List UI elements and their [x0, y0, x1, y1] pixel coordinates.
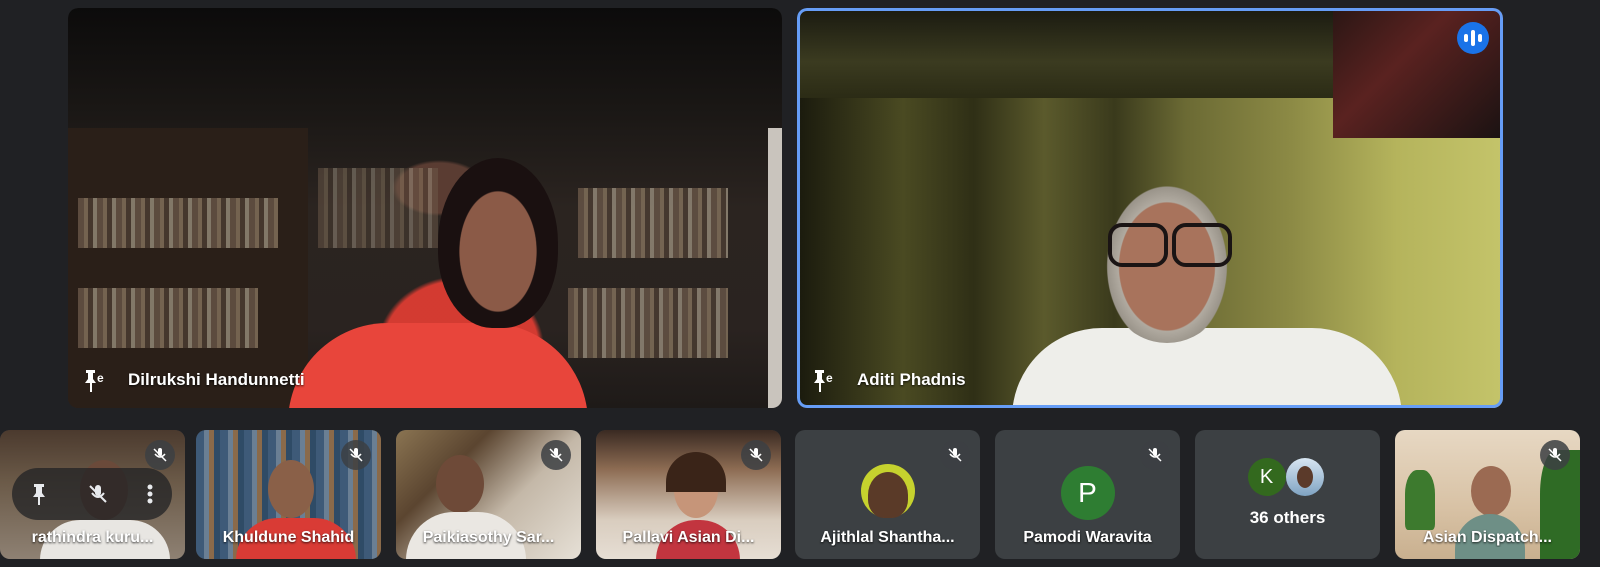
mic-muted-icon — [1540, 440, 1570, 470]
participant-tile-dilrukshi[interactable]: e Dilrukshi Handunnetti — [68, 8, 782, 408]
svg-text:e: e — [826, 371, 833, 385]
participant-tile-aditi[interactable]: e Aditi Phadnis — [797, 8, 1503, 408]
participant-tile-rathindra[interactable]: rathindra kuru... — [0, 430, 185, 559]
mic-muted-icon — [940, 440, 970, 470]
mic-muted-icon — [341, 440, 371, 470]
participant-name: Pallavi Asian Di... — [622, 529, 755, 546]
participant-name: Ajithlal Shantha... — [820, 529, 955, 546]
participant-name: Dilrukshi Handunnetti — [128, 370, 305, 389]
participant-tile-others[interactable]: K 36 others — [1195, 430, 1380, 559]
audio-level-icon — [1457, 22, 1489, 54]
participant-name: Khuldune Shahid — [222, 529, 355, 546]
mic-muted-icon — [541, 440, 571, 470]
more-options-icon[interactable] — [146, 483, 154, 505]
avatar — [860, 464, 915, 518]
pin-icon[interactable] — [30, 483, 50, 505]
video-feed — [68, 8, 782, 408]
participant-tile-pallavi[interactable]: Pallavi Asian Di... — [596, 430, 781, 559]
video-feed — [797, 8, 1503, 408]
pin-icon[interactable]: e — [82, 368, 106, 394]
mic-muted-icon — [145, 440, 175, 470]
meeting-grid: e Dilrukshi Handunnetti e Aditi Phadnis — [0, 0, 1600, 567]
mic-muted-icon — [741, 440, 771, 470]
tile-hover-controls — [12, 468, 172, 520]
others-count: 36 others — [1249, 508, 1326, 527]
participant-name: rathindra kuru... — [31, 529, 154, 546]
participant-name: Asian Dispatch... — [1423, 529, 1552, 546]
mic-muted-icon — [1140, 440, 1170, 470]
mute-mic-icon[interactable] — [87, 483, 109, 505]
svg-text:e: e — [97, 371, 104, 385]
participant-tile-asian-dispatch[interactable]: Asian Dispatch... — [1395, 430, 1580, 559]
avatar: P — [1060, 466, 1115, 520]
participant-name: Pamodi Waravita — [1023, 529, 1152, 546]
avatar — [1285, 458, 1324, 496]
participant-tile-ajithlal[interactable]: Ajithlal Shantha... — [795, 430, 980, 559]
others-avatar-stack: K — [1247, 458, 1328, 498]
participant-name: Aditi Phadnis — [857, 370, 966, 389]
participant-name: Paikiasothy Sar... — [422, 529, 555, 546]
participant-tile-pamodi[interactable]: P Pamodi Waravita — [995, 430, 1180, 559]
pin-icon[interactable]: e — [811, 368, 835, 394]
participant-tile-paikiasothy[interactable]: Paikiasothy Sar... — [396, 430, 581, 559]
avatar: K — [1247, 458, 1286, 496]
participant-tile-khuldune[interactable]: Khuldune Shahid — [196, 430, 381, 559]
